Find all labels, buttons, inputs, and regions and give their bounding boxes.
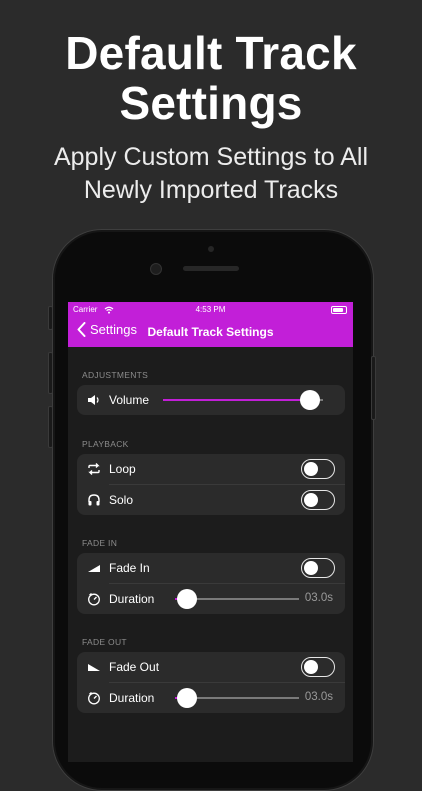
fade-out-toggle-knob [304, 659, 318, 674]
headphones-icon [88, 494, 100, 506]
fade-in-row: Fade In [77, 553, 345, 584]
fade-in-toggle-knob [304, 560, 318, 575]
timer-icon [88, 592, 100, 606]
fade-in-duration-value: 03.0s [304, 592, 333, 604]
section-header-adjustments: ADJUSTMENTS [82, 370, 149, 380]
loop-label: Loop [109, 462, 136, 476]
status-time: 4:53 PM [195, 305, 226, 314]
fade-in-duration-label: Duration [109, 592, 155, 606]
fade-in-label: Fade In [109, 561, 150, 575]
volume-row: Volume [77, 385, 345, 415]
fade-out-label: Fade Out [109, 660, 160, 674]
phone-mute-switch [48, 306, 53, 330]
solo-row: Solo [77, 485, 345, 515]
section-header-playback: PLAYBACK [82, 439, 129, 449]
speaker-icon [88, 395, 99, 405]
phone-sensor [208, 246, 214, 252]
loop-row: Loop [77, 454, 345, 485]
fade-in-ramp-icon [88, 565, 100, 572]
timer-icon [88, 691, 100, 705]
headline-line-2: Settings [119, 77, 303, 129]
phone-speaker [183, 266, 239, 271]
subtitle-line-2: Newly Imported Tracks [83, 176, 339, 204]
repeat-icon [88, 463, 100, 475]
fade-in-card: Fade In Duration 03.0s [77, 553, 345, 614]
phone-volume-down-button [48, 406, 53, 448]
navigation-bar: Carrier 4:53 PM Settings Default Track S… [68, 302, 353, 347]
volume-slider-fill [163, 399, 310, 401]
volume-slider-knob[interactable] [300, 390, 320, 410]
fade-in-toggle[interactable] [301, 558, 335, 578]
solo-toggle[interactable] [301, 490, 335, 510]
app-screen: Carrier 4:53 PM Settings Default Track S… [68, 302, 353, 762]
loop-toggle[interactable] [301, 459, 335, 479]
solo-label: Solo [109, 493, 134, 507]
section-header-fade-out: FADE OUT [82, 637, 127, 647]
subtitle-line-1: Apply Custom Settings to All [53, 143, 369, 171]
volume-label: Volume [109, 393, 150, 407]
phone-volume-up-button [48, 352, 53, 394]
playback-card: Loop Solo [77, 454, 345, 515]
fade-out-toggle[interactable] [301, 657, 335, 677]
fade-out-duration-value: 03.0s [304, 691, 333, 703]
fade-in-duration-knob[interactable] [177, 589, 197, 609]
fade-in-duration-row: Duration 03.0s [77, 584, 345, 614]
solo-toggle-knob [304, 492, 318, 507]
headline-line-1: Default Track [65, 27, 357, 79]
phone-power-button [371, 356, 376, 420]
fade-out-duration-label: Duration [109, 691, 155, 705]
adjustments-card: Volume [77, 385, 345, 415]
fade-out-card: Fade Out Duration 03.0s [77, 652, 345, 713]
nav-title: Default Track Settings [147, 325, 274, 339]
battery-icon [331, 306, 347, 314]
fade-out-duration-knob[interactable] [177, 688, 197, 708]
fade-out-ramp-icon [88, 664, 100, 671]
phone-camera [150, 263, 162, 275]
fade-out-duration-row: Duration 03.0s [77, 683, 345, 713]
section-header-fade-in: FADE IN [82, 538, 118, 548]
fade-out-row: Fade Out [77, 652, 345, 683]
loop-toggle-knob [304, 461, 318, 476]
